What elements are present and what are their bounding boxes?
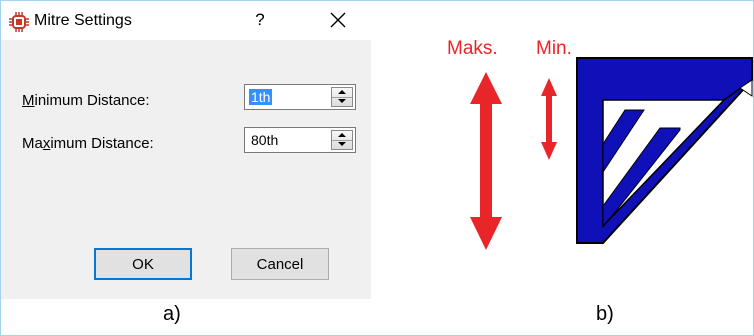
mitre-figure <box>470 57 753 250</box>
min-distance-arrow <box>541 78 557 160</box>
max-distance-arrow <box>470 72 502 250</box>
mitre-shape <box>576 57 753 244</box>
